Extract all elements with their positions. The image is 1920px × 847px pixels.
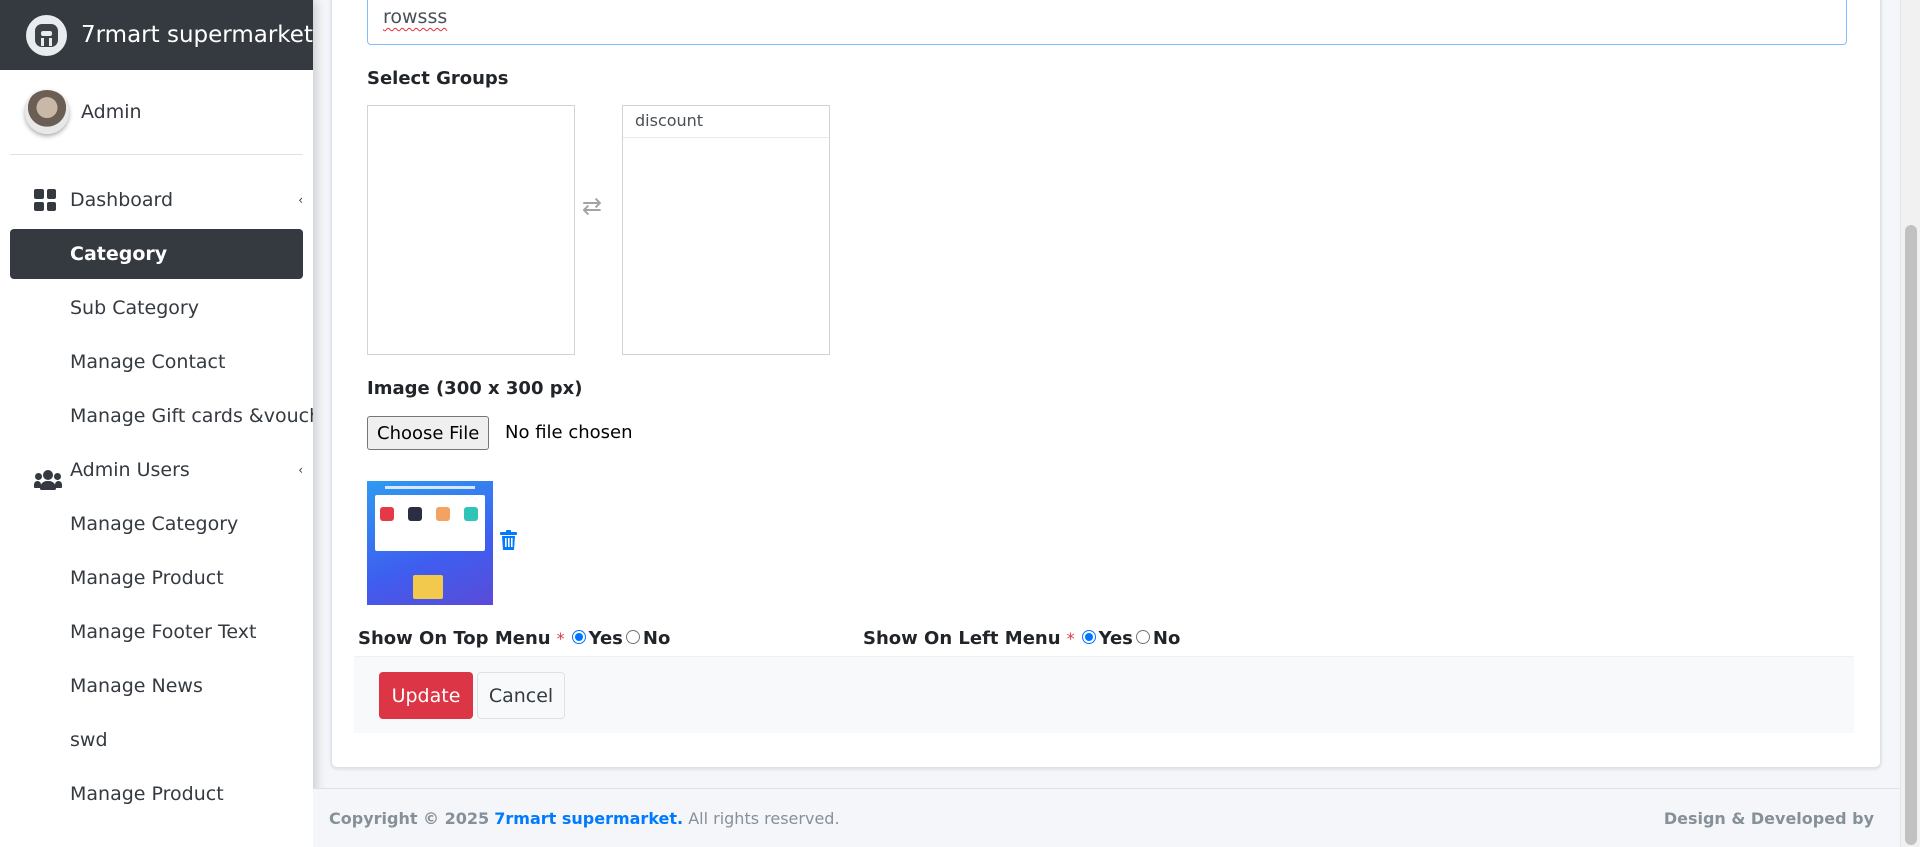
left-menu-yes-radio[interactable] (1081, 629, 1096, 644)
category-name-value: rowsss (383, 6, 448, 28)
copyright-prefix: Copyright © 2025 (329, 809, 490, 828)
sidebar-item-dashboard[interactable]: Dashboard ‹ (10, 175, 303, 225)
top-menu-yes-label: Yes (588, 628, 623, 649)
top-menu-label: Show On Top Menu (358, 628, 551, 649)
sidebar-item-admin-users[interactable]: Admin Users ‹ (10, 445, 303, 495)
swap-arrows-icon[interactable]: ⇄ (582, 192, 602, 220)
sidebar-item-label: Manage News (70, 675, 203, 697)
avatar (25, 90, 69, 134)
page-footer: Copyright © 2025 7rmart supermarket. All… (313, 788, 1900, 847)
required-mark: * (1066, 629, 1075, 648)
sidebar-item-label: Manage Product (70, 567, 224, 589)
sidebar-item-manage-product-2[interactable]: Manage Product (10, 769, 303, 819)
trash-icon[interactable] (500, 530, 517, 550)
brand-logo-icon (26, 14, 67, 56)
cancel-button[interactable]: Cancel (477, 672, 565, 719)
scrollbar-thumb[interactable] (1905, 225, 1917, 845)
top-menu-no-radio[interactable] (625, 629, 640, 644)
user-name: Admin (81, 101, 142, 123)
sidebar-item-manage-news[interactable]: Manage News (10, 661, 303, 711)
left-menu-yes-label: Yes (1098, 628, 1133, 649)
image-label: Image (300 x 300 px) (367, 378, 583, 399)
left-menu-no-label: No (1152, 628, 1181, 649)
sidebar-item-manage-contact[interactable]: Manage Contact (10, 337, 303, 387)
rights-text: All rights reserved. (688, 809, 840, 828)
chevron-left-icon: ‹ (298, 463, 303, 477)
sidebar-item-manage-category[interactable]: Manage Category (10, 499, 303, 549)
sidebar-item-label: Admin Users (70, 459, 190, 481)
form-actions: Update Cancel (354, 656, 1854, 733)
choose-file-button[interactable]: Choose File (367, 416, 490, 450)
sidebar-item-label: Manage Product (70, 783, 224, 805)
sidebar-item-label: Dashboard (70, 189, 174, 211)
sidebar-item-swd[interactable]: swd (10, 715, 303, 765)
chevron-left-icon: ‹ (298, 193, 303, 207)
sidebar-item-label: Sub Category (70, 297, 199, 319)
sidebar-item-label: Manage Contact (70, 351, 226, 373)
sidebar-item-gift-cards[interactable]: Manage Gift cards &voucher (10, 391, 313, 441)
file-status: No file chosen (505, 422, 633, 443)
required-mark: * (556, 629, 565, 648)
sidebar-item-label: Category (70, 243, 168, 265)
footer-brand-link[interactable]: 7rmart supermarket. (494, 809, 683, 828)
sidebar-item-label: Manage Gift cards &voucher (70, 405, 313, 427)
left-menu-no-radio[interactable] (1135, 629, 1150, 644)
edit-category-card: rowsss Select Groups ⇄ discount Image (3… (331, 0, 1881, 768)
developed-by-text: Design & Developed by (1663, 809, 1874, 828)
selected-groups-list[interactable]: discount (622, 105, 830, 355)
dashboard-icon (34, 189, 56, 211)
category-name-input[interactable]: rowsss (367, 0, 1847, 45)
available-groups-list[interactable] (367, 105, 575, 355)
main-content: rowsss Select Groups ⇄ discount Image (3… (313, 0, 1900, 847)
brand-text: 7rmart supermarket (81, 22, 313, 48)
category-image-thumbnail (367, 481, 493, 605)
sidebar: 7rmart supermarket Admin Dashboard ‹ Cat… (0, 0, 313, 847)
top-menu-yes-radio[interactable] (571, 629, 586, 644)
select-groups-label: Select Groups (367, 68, 509, 89)
sidebar-item-label: Manage Category (70, 513, 239, 535)
list-item[interactable]: discount (623, 106, 829, 138)
page-scrollbar[interactable] (1900, 0, 1920, 847)
top-menu-radio-group: Show On Top Menu * Yes No (358, 628, 670, 649)
sidebar-item-label: Manage Footer Text (70, 621, 257, 643)
top-menu-no-label: No (642, 628, 671, 649)
sidebar-nav: Dashboard ‹ Category Sub Category Manage… (0, 155, 313, 819)
brand-link[interactable]: 7rmart supermarket (0, 0, 313, 70)
sidebar-item-label: swd (70, 729, 108, 751)
sidebar-item-sub-category[interactable]: Sub Category (10, 283, 303, 333)
update-button[interactable]: Update (379, 672, 473, 719)
sidebar-item-manage-product[interactable]: Manage Product (10, 553, 303, 603)
left-menu-label: Show On Left Menu (863, 628, 1061, 649)
user-panel[interactable]: Admin (10, 70, 303, 155)
sidebar-item-manage-footer-text[interactable]: Manage Footer Text (10, 607, 303, 657)
left-menu-radio-group: Show On Left Menu * Yes No (863, 628, 1180, 649)
copyright-text: Copyright © 2025 7rmart supermarket. All… (329, 809, 840, 828)
sidebar-item-category[interactable]: Category (10, 229, 303, 279)
